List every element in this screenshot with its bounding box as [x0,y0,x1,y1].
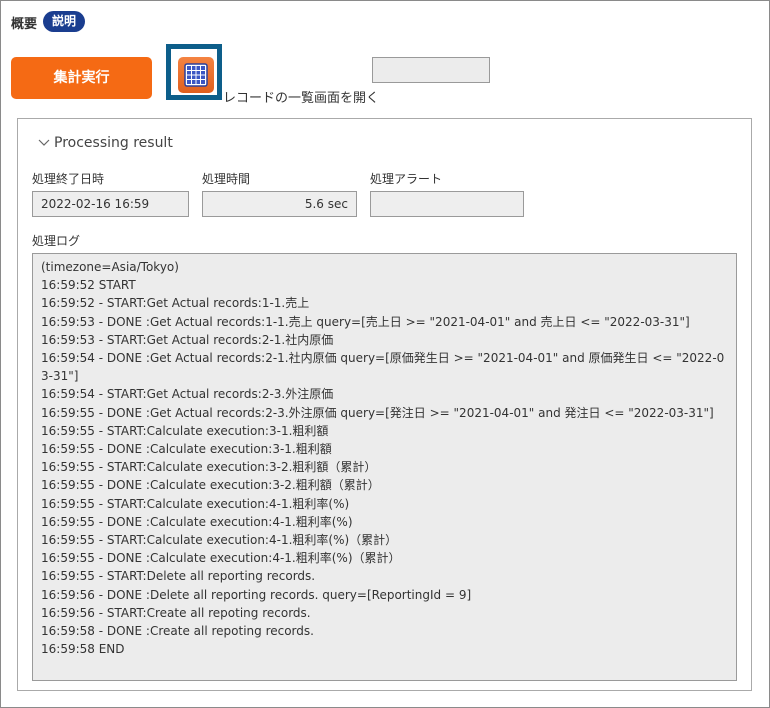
log-label: 処理ログ [32,234,81,248]
log-line: 16:59:55 - START:Calculate execution:3-2… [41,460,377,475]
processing-result-panel: Processing result 処理終了日時 2022-02-16 16:5… [17,118,752,691]
log-line: 16:59:55 - DONE :Calculate execution:3-2… [41,478,380,493]
log-line: 16:59:55 - START:Delete all reporting re… [41,569,316,584]
log-line: 16:59:55 - START:Calculate execution:4-1… [41,496,350,511]
log-line: 16:59:52 - START:Get Actual records:1-1.… [41,296,310,311]
processing-result-title: Processing result [54,135,173,151]
log-line: 16:59:58 END [41,642,125,657]
log-line: 16:59:53 - DONE :Get Actual records:1-1.… [41,314,690,329]
log-line: 16:59:55 - DONE :Calculate execution:3-1… [41,442,332,457]
app-frame: 概要 説明 集計実行 レコードの一覧画面を開く Processing resul… [0,0,770,708]
table-grid-icon[interactable] [178,57,214,93]
log-line: 16:59:52 START [41,278,136,293]
end-time-label: 処理終了日時 [32,172,105,186]
log-line: 16:59:55 - DONE :Calculate execution:4-1… [41,551,401,566]
log-line: 16:59:54 - START:Get Actual records:2-3.… [41,387,334,402]
log-line: 16:59:56 - DONE :Delete all reporting re… [41,587,472,602]
log-line: (timezone=Asia/Tokyo) [41,260,179,274]
section-label: 概要 [11,17,38,32]
log-line: 16:59:55 - START:Calculate execution:4-1… [41,533,398,548]
processing-result-toggle[interactable]: Processing result [38,135,173,151]
processing-log[interactable]: (timezone=Asia/Tokyo) 16:59:52 START 16:59… [32,253,737,681]
log-line: 16:59:55 - DONE :Calculate execution:4-1… [41,514,353,529]
log-line: 16:59:53 - START:Get Actual records:2-1.… [41,332,334,347]
duration-field: 5.6 sec [202,191,357,217]
log-line: 16:59:55 - DONE :Get Actual records:2-3.… [41,405,714,420]
alert-label: 処理アラート [370,172,443,186]
run-aggregation-button[interactable]: 集計実行 [11,57,152,99]
duration-label: 処理時間 [202,172,251,186]
end-time-field: 2022-02-16 16:59 [32,191,189,217]
log-line: 16:59:54 - DONE :Get Actual records:2-1.… [41,351,725,384]
log-line: 16:59:56 - START:Create all repoting rec… [41,605,311,620]
log-line: 16:59:55 - START:Calculate execution:3-1… [41,423,329,438]
chevron-down-icon [38,139,50,146]
description-badge[interactable]: 説明 [43,11,86,32]
open-list-icon-highlight[interactable] [166,44,222,100]
open-record-list-link[interactable]: レコードの一覧画面を開く [223,87,379,106]
alert-field [370,191,524,217]
log-line: 16:59:58 - DONE :Create all repoting rec… [41,624,314,639]
top-text-field[interactable] [372,57,490,83]
